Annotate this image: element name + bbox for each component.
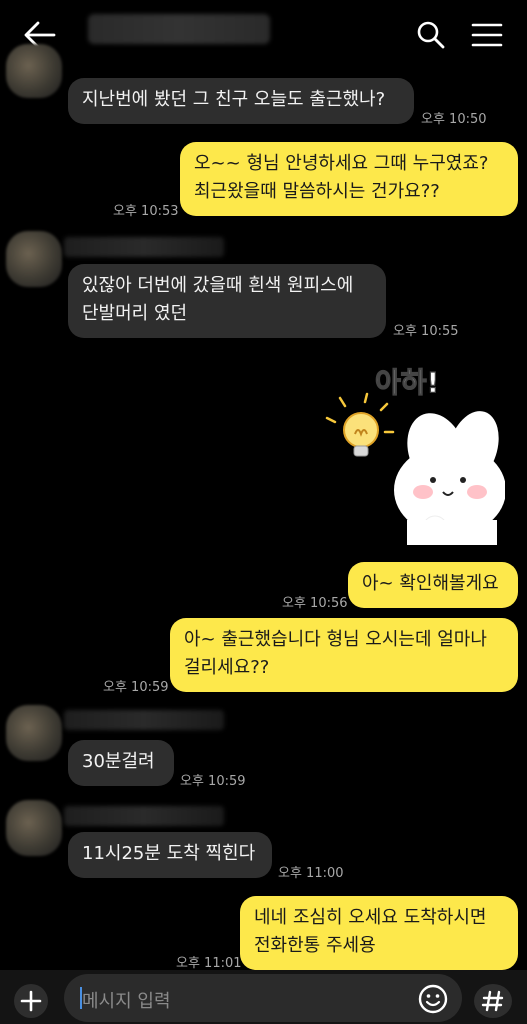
avatar[interactable]	[6, 231, 62, 287]
sender-name-blurred	[64, 806, 224, 826]
hash-icon	[481, 990, 504, 1012]
message-line: 걸리세요??	[184, 657, 270, 678]
message-time: 오후 10:59	[103, 680, 169, 695]
message-line: 전화한통 주세용	[254, 935, 376, 956]
chat-header	[0, 0, 527, 70]
message-time: 오후 10:53	[113, 204, 179, 219]
emoji-icon[interactable]	[416, 982, 450, 1016]
message-bubble-incoming[interactable]: 30분걸려	[68, 740, 174, 786]
message-line: 오~~ 형님 안녕하세요 그때 누구였죠?	[194, 153, 489, 174]
lightbulb-icon	[325, 392, 395, 457]
message-input-placeholder: 메시지 입력	[82, 991, 171, 1012]
sender-name-blurred	[64, 710, 224, 730]
chat-title-blurred	[88, 14, 270, 44]
message-text: 아~ 확인해볼게요	[362, 573, 499, 594]
message-text: 30분걸려	[82, 751, 155, 772]
message-line: 아~ 출근했습니다 형님 오시는데 얼마나	[184, 629, 487, 650]
message-bubble-outgoing[interactable]: 오~~ 형님 안녕하세요 그때 누구였죠? 최근왔을때 말씀하시는 건가요??	[180, 142, 518, 216]
message-line: 네네 조심히 오세요 도착하시면	[254, 907, 487, 928]
message-bubble-incoming[interactable]: 있잖아 더번에 갔을때 흰색 원피스에 단발머리 였던	[68, 264, 386, 338]
message-time: 오후 11:00	[278, 866, 344, 881]
message-text: 지난번에 봤던 그 친구 오늘도 출근했나?	[82, 89, 386, 110]
message-time: 오후 11:01	[176, 956, 242, 971]
avatar[interactable]	[6, 705, 62, 761]
message-input[interactable]: 메시지 입력	[64, 974, 462, 1022]
avatar[interactable]	[6, 800, 62, 856]
sticker-caption: 아하!	[375, 366, 439, 399]
message-line: 단발머리 였던	[82, 303, 188, 324]
message-bubble-outgoing[interactable]: 네네 조심히 오세요 도착하시면 전화한통 주세용	[240, 896, 518, 970]
message-text: 11시25분 도착 찍힌다	[82, 843, 256, 864]
attach-plus-button[interactable]	[14, 984, 48, 1018]
message-time: 오후 10:59	[180, 774, 246, 789]
message-line: 최근왔을때 말씀하시는 건가요??	[194, 181, 440, 202]
plus-icon	[20, 990, 42, 1012]
message-bubble-incoming[interactable]: 지난번에 봤던 그 친구 오늘도 출근했나?	[68, 78, 414, 124]
message-line: 있잖아 더번에 갔을때 흰색 원피스에	[82, 275, 354, 296]
bunny-lightbulb-sticker[interactable]: 아하!	[325, 360, 505, 545]
avatar[interactable]	[6, 44, 62, 98]
hash-button[interactable]	[474, 984, 512, 1018]
menu-icon[interactable]	[470, 21, 504, 49]
sender-name-blurred	[64, 237, 224, 257]
bunny-character	[394, 411, 505, 545]
search-icon[interactable]	[416, 20, 446, 50]
message-time: 오후 10:56	[282, 596, 348, 611]
message-bubble-outgoing[interactable]: 아~ 확인해볼게요	[348, 562, 518, 608]
message-time: 오후 10:50	[421, 112, 487, 127]
message-time: 오후 10:55	[393, 324, 459, 339]
message-bubble-incoming[interactable]: 11시25분 도착 찍힌다	[68, 832, 272, 878]
message-bubble-outgoing[interactable]: 아~ 출근했습니다 형님 오시는데 얼마나 걸리세요??	[170, 618, 518, 692]
